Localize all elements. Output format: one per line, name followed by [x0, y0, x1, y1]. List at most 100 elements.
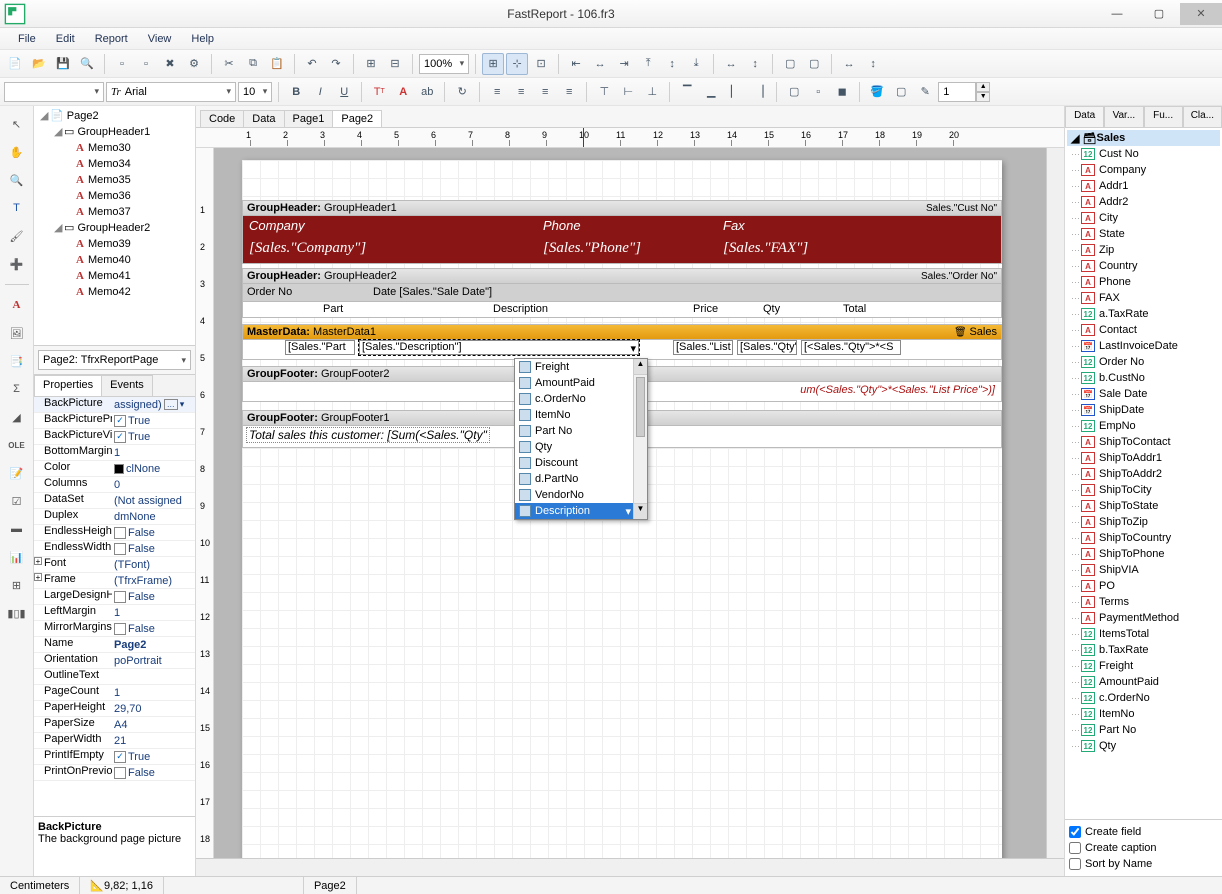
- chart-object[interactable]: 📊: [5, 545, 29, 569]
- prop-row-PaperHeight[interactable]: PaperHeight29,70: [34, 701, 195, 717]
- tab-classes[interactable]: Cla...: [1183, 106, 1222, 127]
- total-sales-text[interactable]: Total sales this customer: [Sum(<Sales."…: [247, 428, 489, 442]
- prop-row-BottomMargin[interactable]: BottomMargin1: [34, 445, 195, 461]
- dataset-root[interactable]: ◢ 🗃 Sales: [1067, 130, 1220, 146]
- label-date[interactable]: Date [Sales."Sale Date"]: [373, 286, 492, 298]
- data-field-shiptocountry[interactable]: ⋯AShipToCountry: [1067, 530, 1220, 546]
- richtext-object[interactable]: 📝: [5, 461, 29, 485]
- data-field-shipvia[interactable]: ⋯AShipVIA: [1067, 562, 1220, 578]
- frame-right-button[interactable]: ▕: [748, 81, 770, 103]
- data-field-state[interactable]: ⋯AState: [1067, 226, 1220, 242]
- frame-style-button[interactable]: ✎: [914, 81, 936, 103]
- memo-object[interactable]: A: [5, 293, 29, 317]
- align-top-edge-button[interactable]: ⤒: [637, 53, 659, 75]
- dropdown-item-itemno[interactable]: ItemNo: [515, 407, 647, 423]
- property-grid[interactable]: BackPictureassigned) …▾BackPicturePr✓ Tr…: [34, 397, 195, 816]
- new-dialog-button[interactable]: ▫: [135, 53, 157, 75]
- data-field-country[interactable]: ⋯ACountry: [1067, 258, 1220, 274]
- menu-report[interactable]: Report: [85, 33, 138, 45]
- prop-row-MirrorMargins[interactable]: MirrorMargins False: [34, 621, 195, 637]
- frame-shadow-button[interactable]: ◼: [831, 81, 853, 103]
- data-field-phone[interactable]: ⋯APhone: [1067, 274, 1220, 290]
- tree-item-memo36[interactable]: AMemo36: [36, 188, 193, 204]
- sum-object[interactable]: Σ: [5, 377, 29, 401]
- opt-create-caption[interactable]: Create caption: [1069, 840, 1218, 856]
- align-center-button[interactable]: ≡: [510, 81, 532, 103]
- close-button[interactable]: ✕: [1180, 3, 1222, 25]
- align-right-button[interactable]: ≡: [534, 81, 556, 103]
- canvas-vscroll[interactable]: [1046, 148, 1064, 858]
- object-selector-combo[interactable]: Page2: TfrxReportPage: [38, 350, 191, 370]
- menu-file[interactable]: File: [8, 33, 46, 45]
- subreport-object[interactable]: 📑: [5, 349, 29, 373]
- report-page[interactable]: GroupHeader: GroupHeader1 Sales."Cust No…: [242, 160, 1002, 876]
- prop-row-LargeDesignH[interactable]: LargeDesignH False: [34, 589, 195, 605]
- copy-button[interactable]: ⧉: [242, 53, 264, 75]
- data-field-company[interactable]: ⋯ACompany: [1067, 162, 1220, 178]
- delete-page-button[interactable]: ✖: [159, 53, 181, 75]
- tab-events[interactable]: Events: [101, 375, 153, 396]
- label-order-no[interactable]: Order No: [247, 286, 292, 298]
- insert-band-button[interactable]: ➕: [5, 252, 29, 276]
- field-company[interactable]: [Sales."Company"]: [249, 240, 366, 257]
- new-button[interactable]: 📄: [4, 53, 26, 75]
- tab-data[interactable]: Data: [243, 110, 284, 127]
- data-field-city[interactable]: ⋯ACity: [1067, 210, 1220, 226]
- bold-button[interactable]: B: [285, 81, 307, 103]
- prop-row-Font[interactable]: +Font(TFont): [34, 557, 195, 573]
- field-dropdown[interactable]: FreightAmountPaidc.OrderNoItemNoPart NoQ…: [514, 358, 648, 520]
- barcode-object[interactable]: ▮▯▮: [5, 601, 29, 625]
- band-header-masterdata[interactable]: MasterData: MasterData1 🗑 Sales: [242, 324, 1002, 340]
- picture-object[interactable]: 🖼: [5, 321, 29, 345]
- prop-row-Duplex[interactable]: DuplexdmNone: [34, 509, 195, 525]
- align-top-button[interactable]: ⊤: [593, 81, 615, 103]
- data-field-lastinvoicedate[interactable]: ⋯📅LastInvoiceDate: [1067, 338, 1220, 354]
- tab-data-tree[interactable]: Data: [1065, 106, 1104, 127]
- tree-item-memo35[interactable]: AMemo35: [36, 172, 193, 188]
- design-canvas[interactable]: 1234567891011121314151617181920 GroupHea…: [196, 148, 1064, 876]
- data-field-zip[interactable]: ⋯AZip: [1067, 242, 1220, 258]
- frame-all-button[interactable]: ▢: [783, 81, 805, 103]
- prop-row-BackPicture[interactable]: BackPictureassigned) …▾: [34, 397, 195, 413]
- new-page-button[interactable]: ▫: [111, 53, 133, 75]
- data-field-po[interactable]: ⋯APO: [1067, 578, 1220, 594]
- horizontal-ruler[interactable]: 1234567891011121314151617181920: [196, 128, 1064, 148]
- menu-edit[interactable]: Edit: [46, 33, 85, 45]
- dropdown-scrollbar[interactable]: ▲ ▼: [633, 359, 647, 519]
- underline-button[interactable]: U: [333, 81, 355, 103]
- data-field-fax[interactable]: ⋯AFAX: [1067, 290, 1220, 306]
- data-field-addr2[interactable]: ⋯AAddr2: [1067, 194, 1220, 210]
- fill-color-button[interactable]: 🪣: [866, 81, 888, 103]
- col-qty[interactable]: Qty: [763, 303, 780, 315]
- data-field-sale-date[interactable]: ⋯📅Sale Date: [1067, 386, 1220, 402]
- col-total[interactable]: Total: [843, 303, 866, 315]
- tree-item-memo42[interactable]: AMemo42: [36, 284, 193, 300]
- align-bottom-button[interactable]: ⊥: [641, 81, 663, 103]
- style-combo[interactable]: [4, 82, 104, 102]
- opt-sort-by-name[interactable]: Sort by Name: [1069, 856, 1218, 872]
- zoom-tool[interactable]: 🔍: [5, 168, 29, 192]
- frame-top-button[interactable]: ▔: [676, 81, 698, 103]
- maximize-button[interactable]: ▢: [1138, 3, 1180, 25]
- prop-row-PaperSize[interactable]: PaperSizeA4: [34, 717, 195, 733]
- preview-button[interactable]: 🔍: [76, 53, 98, 75]
- space-h-button[interactable]: ↔: [720, 53, 742, 75]
- prop-row-BackPictureVi[interactable]: BackPictureVi✓ True: [34, 429, 195, 445]
- data-field-paymentmethod[interactable]: ⋯APaymentMethod: [1067, 610, 1220, 626]
- align-left-button[interactable]: ≡: [486, 81, 508, 103]
- crosstab-object[interactable]: ⊞: [5, 573, 29, 597]
- data-field-qty[interactable]: ⋯12Qty: [1067, 738, 1220, 754]
- dropdown-item-discount[interactable]: Discount: [515, 455, 647, 471]
- cut-button[interactable]: ✂: [218, 53, 240, 75]
- data-field-total[interactable]: [<Sales."Qty">*<S: [801, 340, 901, 355]
- prop-row-Orientation[interactable]: OrientationpoPortrait: [34, 653, 195, 669]
- prop-row-EndlessWidth[interactable]: EndlessWidth False: [34, 541, 195, 557]
- same-height-button[interactable]: ↕: [862, 53, 884, 75]
- prop-row-Color[interactable]: Color clNone: [34, 461, 195, 477]
- fit-grid-button[interactable]: ⊡: [530, 53, 552, 75]
- center-h-button[interactable]: ▢: [779, 53, 801, 75]
- prop-row-PageCount[interactable]: PageCount1: [34, 685, 195, 701]
- data-field-shiptozip[interactable]: ⋯AShipToZip: [1067, 514, 1220, 530]
- align-left-edge-button[interactable]: ⇤: [565, 53, 587, 75]
- prop-row-Frame[interactable]: +Frame(TfrxFrame): [34, 573, 195, 589]
